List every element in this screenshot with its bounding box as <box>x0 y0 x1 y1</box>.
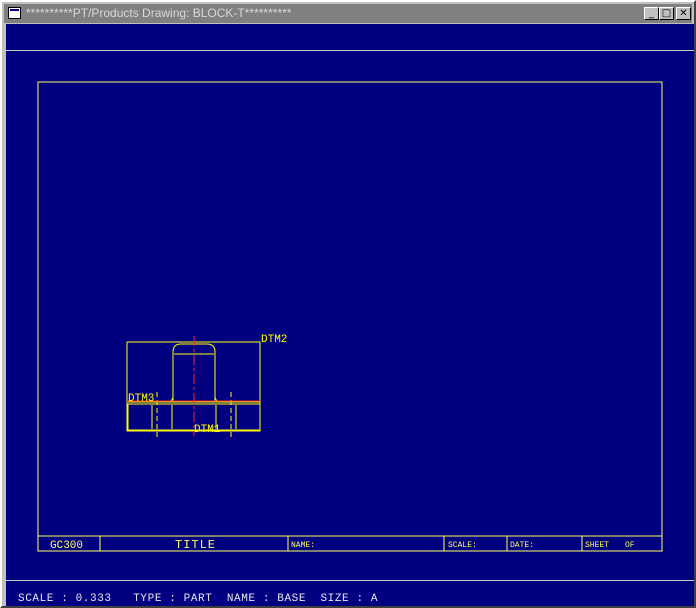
part-number-label: GC300 <box>50 540 83 552</box>
drawing-canvas[interactable]: GC300 TITLE NAME: SCALE: DATE: SHEET OF <box>6 24 694 606</box>
sheet-label: SHEET <box>585 541 609 550</box>
centerlines <box>128 336 260 436</box>
title-block: GC300 TITLE NAME: SCALE: DATE: SHEET OF <box>37 535 663 552</box>
window-title: **********PT/Products Drawing: BLOCK-T**… <box>26 6 292 20</box>
scale-label: SCALE: <box>448 541 477 550</box>
maximize-button[interactable]: □ <box>659 7 674 20</box>
minimize-button[interactable]: _ <box>644 7 659 20</box>
app-window: **********PT/Products Drawing: BLOCK-T**… <box>0 0 696 608</box>
datum-dtm1-label[interactable]: DTM1 <box>194 424 221 436</box>
close-button[interactable]: ✕ <box>676 7 691 20</box>
datum-dtm3-label[interactable]: DTM3 <box>128 393 154 405</box>
status-bar: SCALE : 0.333 TYPE : PART NAME : BASE SI… <box>18 593 379 605</box>
name-label: NAME: <box>291 541 315 550</box>
date-label: DATE: <box>510 541 534 550</box>
sheet-border <box>37 81 663 552</box>
datum-dtm2-label[interactable]: DTM2 <box>261 334 287 346</box>
title-label: TITLE <box>175 538 216 552</box>
title-bar[interactable]: **********PT/Products Drawing: BLOCK-T**… <box>4 4 692 23</box>
system-menu-icon[interactable] <box>8 7 21 19</box>
drawing-sheet: GC300 TITLE NAME: SCALE: DATE: SHEET OF <box>37 81 663 552</box>
of-label: OF <box>625 541 635 550</box>
